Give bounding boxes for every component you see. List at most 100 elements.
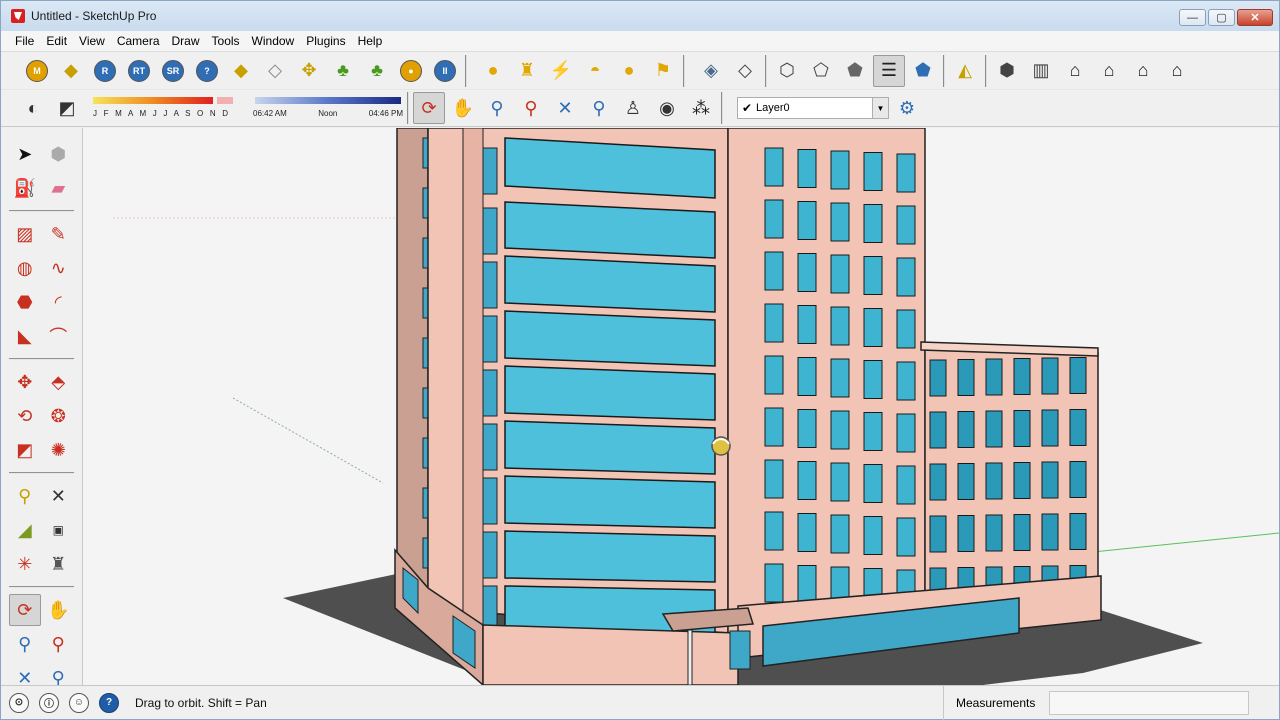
chevron-down-icon[interactable]: ▼ (872, 98, 888, 118)
light-point-button[interactable]: ● (477, 55, 509, 87)
light-spot-button[interactable]: ♜ (511, 55, 543, 87)
scale-tool[interactable]: ◩ (9, 434, 41, 466)
instructor-icon[interactable]: ? (99, 692, 119, 713)
user-icon[interactable]: ☺ (69, 692, 89, 713)
month-slider[interactable]: J F M A M J J A S O N D (89, 93, 239, 123)
hidden-line-button[interactable]: ⬠ (805, 55, 837, 87)
pan-button[interactable]: ✋ (447, 92, 479, 124)
back-edges-button[interactable]: ◇ (729, 55, 761, 87)
menu-window[interactable]: Window (246, 34, 301, 48)
plugin-m-button[interactable]: M (21, 55, 53, 87)
protractor-tool[interactable]: ◢ (9, 514, 41, 546)
model-viewport[interactable] (83, 128, 1279, 685)
layer-dropdown[interactable]: ✔ Layer0 ▼ (737, 97, 889, 119)
3d-text-tool[interactable]: ♜ (43, 548, 75, 580)
menu-camera[interactable]: Camera (111, 34, 166, 48)
xray-button[interactable]: ◈ (695, 55, 727, 87)
move-tool[interactable]: ✥ (9, 366, 41, 398)
top-view-button[interactable]: ▥ (1025, 55, 1057, 87)
make-component-tool[interactable]: ⬢ (43, 138, 75, 170)
plugin-help-button[interactable]: ? (191, 55, 223, 87)
shaded-textures-button[interactable]: ☰ (873, 54, 905, 87)
walk-button[interactable]: ⁂ (685, 92, 717, 124)
dimension-tool[interactable]: ✕ (43, 480, 75, 512)
light-sphere-button[interactable]: ● (613, 55, 645, 87)
offset-tool[interactable]: ✺ (43, 434, 75, 466)
plugin-tree-button[interactable]: ♣ (327, 55, 359, 87)
rectangle-tool[interactable]: ▨ (9, 218, 41, 250)
plugin-tag-button[interactable]: ◆ (55, 55, 87, 87)
light-beam-button[interactable]: ⚡ (545, 55, 577, 87)
axes-tool[interactable]: ✳ (9, 548, 41, 580)
menu-view[interactable]: View (73, 34, 111, 48)
light-dome-button[interactable]: ◓ (579, 55, 611, 87)
eraser-tool[interactable]: ▰ (43, 172, 75, 204)
menu-tools[interactable]: Tools (206, 34, 246, 48)
pie-tool[interactable]: ◣ (9, 320, 41, 352)
text-tool[interactable]: ▣ (43, 514, 75, 546)
zoom-window-tool[interactable]: ⚲ (43, 628, 75, 660)
paint-bucket-tool[interactable]: ⛽ (9, 172, 41, 204)
shadow-camera-toolbar: ◐ ◩ J F M A M J J A S O N D 06:42 AM Noo… (1, 89, 1279, 127)
zoom-tool[interactable]: ⚲ (9, 628, 41, 660)
two-point-arc-tool[interactable]: ⌒ (43, 320, 75, 352)
freehand-tool[interactable]: ∿ (43, 252, 75, 284)
plugin-label-button[interactable]: ◆ (225, 55, 257, 87)
orbit-tool[interactable]: ⟳ (9, 594, 41, 626)
geolocation-icon[interactable]: ⊙ (9, 692, 29, 713)
line-tool[interactable]: ✎ (43, 218, 75, 250)
orbit-button[interactable]: ⟳ (413, 92, 445, 124)
time-slider[interactable]: 06:42 AM Noon 04:46 PM (253, 93, 403, 123)
plugin-arrows-button[interactable]: ✥ (293, 55, 325, 87)
shaded-button[interactable]: ⬟ (839, 55, 871, 87)
right-view-button[interactable]: ⌂ (1093, 55, 1125, 87)
position-camera-button[interactable]: ♙ (617, 92, 649, 124)
zoom-extents-button[interactable]: ✕ (549, 92, 581, 124)
light-flag-button[interactable]: ⚑ (647, 55, 679, 87)
front-view-button[interactable]: ⌂ (1059, 55, 1091, 87)
plugin-r-button[interactable]: R (89, 55, 121, 87)
plugin-pause-button[interactable]: II (429, 55, 461, 87)
arc-tool[interactable]: ◜ (43, 286, 75, 318)
measurements-input[interactable] (1049, 691, 1249, 715)
follow-me-tool[interactable]: ❂ (43, 400, 75, 432)
look-around-button[interactable]: ◉ (651, 92, 683, 124)
display-shadows-button[interactable]: ◩ (51, 92, 83, 124)
green-axis-dashed (232, 397, 384, 484)
layer-manager-button[interactable]: ⚙ (891, 92, 923, 124)
menu-plugins[interactable]: Plugins (300, 34, 351, 48)
tape-measure-tool[interactable]: ⚲ (9, 480, 41, 512)
plugin-sr-button[interactable]: SR (157, 55, 189, 87)
large-tool-set: ➤ ⬢ ⛽ ▰ ▨ ✎ ◍ ∿ ⬣ ◜ ◣ ⌒ ✥ ⬘ ⟲ ❂ ◩ ✺ ⚲ ✕ … (1, 128, 83, 688)
circle-tool[interactable]: ◍ (9, 252, 41, 284)
rotate-tool[interactable]: ⟲ (9, 400, 41, 432)
zoom-button[interactable]: ⚲ (481, 92, 513, 124)
close-button[interactable]: ✕ (1237, 9, 1273, 26)
menu-file[interactable]: File (9, 34, 40, 48)
zoom-window-button[interactable]: ⚲ (515, 92, 547, 124)
previous-view-button[interactable]: ⚲ (583, 92, 615, 124)
plugin-record-button[interactable]: ● (395, 55, 427, 87)
section-plane-button[interactable]: ◭ (949, 55, 981, 87)
monochrome-button[interactable]: ⬟ (907, 55, 939, 87)
back-view-button[interactable]: ⌂ (1127, 55, 1159, 87)
plugin-diamond-button[interactable]: ◇ (259, 55, 291, 87)
iso-view-button[interactable]: ⬢ (991, 55, 1023, 87)
plugin-rt-button[interactable]: RT (123, 55, 155, 87)
left-view-button[interactable]: ⌂ (1161, 55, 1193, 87)
move-icon: ✥ (17, 371, 33, 392)
shadow-settings-button[interactable]: ◐ (17, 92, 49, 124)
select-tool[interactable]: ➤ (9, 138, 41, 170)
credits-icon[interactable]: ⓘ (39, 692, 59, 713)
wireframe-button[interactable]: ⬡ (771, 55, 803, 87)
menu-edit[interactable]: Edit (40, 34, 73, 48)
push-pull-tool[interactable]: ⬘ (43, 366, 75, 398)
menu-draw[interactable]: Draw (166, 34, 206, 48)
pan-tool[interactable]: ✋ (43, 594, 75, 626)
orbit-icon: ⟳ (421, 97, 437, 118)
maximize-button[interactable]: ▢ (1208, 9, 1235, 26)
minimize-button[interactable]: — (1179, 9, 1206, 26)
menu-help[interactable]: Help (352, 34, 389, 48)
plugin-tree2-button[interactable]: ♣ (361, 55, 393, 87)
polygon-tool[interactable]: ⬣ (9, 286, 41, 318)
